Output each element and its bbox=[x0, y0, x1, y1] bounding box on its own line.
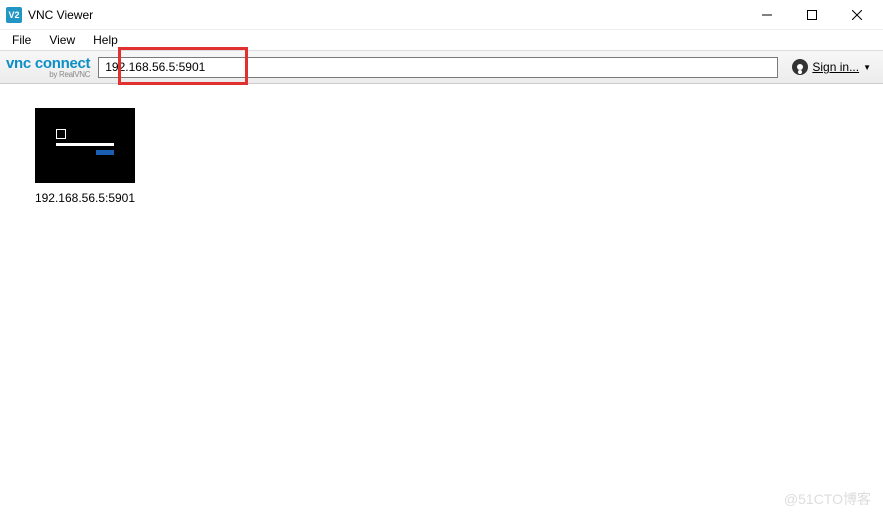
connection-thumbnail bbox=[35, 108, 135, 183]
menubar: File View Help bbox=[0, 30, 883, 50]
minimize-button[interactable] bbox=[744, 0, 789, 30]
signin-label: Sign in... bbox=[812, 60, 859, 74]
connection-item[interactable]: 192.168.56.5:5901 bbox=[30, 108, 140, 205]
app-icon: V2 bbox=[6, 7, 22, 23]
menu-view[interactable]: View bbox=[41, 31, 83, 49]
close-icon bbox=[852, 10, 862, 20]
minimize-icon bbox=[762, 10, 772, 20]
toolbar: vnc connect by RealVNC Sign in... ▼ bbox=[0, 50, 883, 84]
connections-area: 192.168.56.5:5901 bbox=[0, 84, 883, 229]
vnc-connect-logo: vnc connect by RealVNC bbox=[6, 56, 90, 79]
address-input[interactable] bbox=[98, 57, 778, 78]
logo-text: vnc connect bbox=[6, 56, 90, 71]
menu-help[interactable]: Help bbox=[85, 31, 126, 49]
menu-file[interactable]: File bbox=[4, 31, 39, 49]
close-button[interactable] bbox=[834, 0, 879, 30]
window-title: VNC Viewer bbox=[28, 8, 93, 22]
logo-subtext: by RealVNC bbox=[6, 71, 90, 79]
user-icon bbox=[792, 59, 808, 75]
maximize-icon bbox=[807, 10, 817, 20]
chevron-down-icon: ▼ bbox=[863, 63, 871, 72]
address-bar bbox=[98, 57, 778, 78]
signin-button[interactable]: Sign in... ▼ bbox=[786, 57, 877, 77]
watermark: @51CTO博客 bbox=[784, 489, 871, 509]
connection-label: 192.168.56.5:5901 bbox=[30, 191, 140, 205]
titlebar: V2 VNC Viewer bbox=[0, 0, 883, 30]
maximize-button[interactable] bbox=[789, 0, 834, 30]
